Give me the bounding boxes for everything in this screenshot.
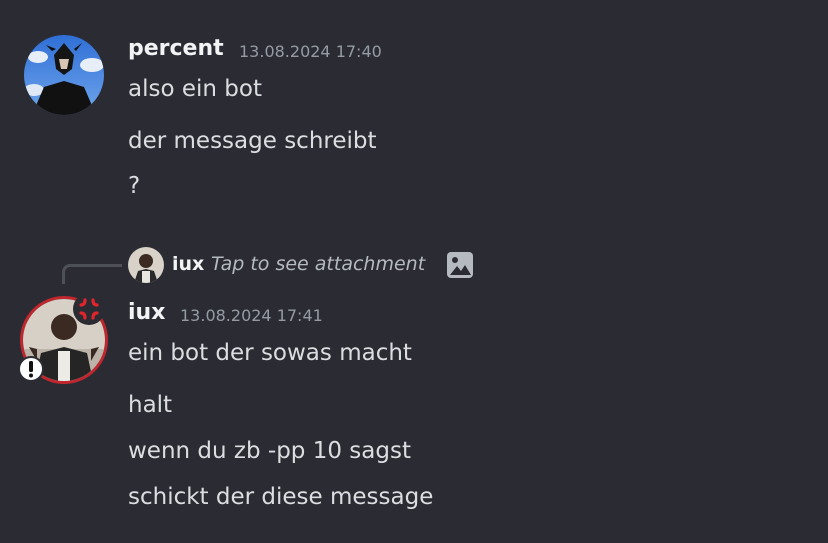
author-name[interactable]: iux	[128, 300, 165, 325]
message-text: halt	[128, 392, 173, 418]
anger-symbol-icon	[72, 292, 106, 326]
author-name[interactable]: percent	[128, 36, 224, 61]
message-text: wenn du zb -pp 10 sagst	[128, 438, 411, 464]
message-text: also ein bot	[128, 76, 262, 102]
message-timestamp: 13.08.2024 17:41	[180, 306, 323, 325]
reply-author-name[interactable]: iux	[172, 253, 204, 275]
message-text: schickt der diese message	[128, 484, 434, 510]
avatar-percent[interactable]	[24, 35, 104, 115]
warning-icon	[18, 356, 44, 382]
message-text: der message schreibt	[128, 128, 377, 154]
reply-connector	[62, 264, 122, 284]
message-timestamp: 13.08.2024 17:40	[239, 42, 382, 61]
message-text: ein bot der sowas macht	[128, 340, 412, 366]
message-text: ?	[128, 173, 141, 199]
image-icon	[446, 251, 474, 279]
reply-avatar[interactable]	[128, 247, 164, 283]
reply-avatar-image	[128, 247, 164, 283]
avatar-percent-image	[24, 35, 104, 115]
reply-preview-text[interactable]: Tap to see attachment	[211, 253, 425, 275]
